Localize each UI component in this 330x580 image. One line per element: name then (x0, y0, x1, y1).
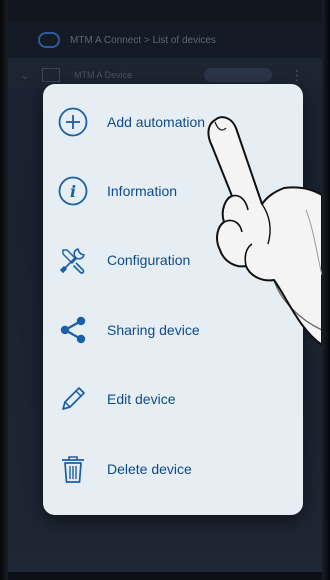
device-icon (42, 68, 61, 82)
info-icon: i (57, 175, 89, 207)
device-status-pill (204, 68, 272, 82)
pencil-icon (57, 383, 89, 415)
menu-item-configuration[interactable]: Configuration (43, 232, 303, 288)
trash-icon (57, 453, 89, 485)
chevron-down-icon: ⌄ (20, 68, 31, 82)
app-header: MTM A Connect > List of devices (8, 22, 322, 58)
device-frame-right (322, 0, 330, 580)
app-logo-icon (38, 32, 60, 48)
tools-icon (57, 244, 89, 276)
menu-item-label: Add automation (107, 114, 206, 130)
status-bar (8, 0, 322, 22)
device-name: MTM A Device (74, 70, 133, 80)
menu-item-information[interactable]: i Information (43, 163, 303, 219)
device-frame-left (0, 0, 8, 580)
svg-text:i: i (70, 182, 76, 201)
plus-circle-icon (57, 106, 89, 138)
bottom-bar (8, 572, 322, 580)
menu-item-add-automation[interactable]: Add automation (43, 94, 303, 150)
menu-item-label: Information (107, 183, 178, 199)
context-menu: Add automation i Information Configurati… (43, 84, 303, 515)
menu-item-label: Sharing device (107, 322, 200, 338)
phone-screen: MTM A Connect > List of devices ⌄ MTM A … (0, 0, 330, 580)
share-icon (57, 314, 89, 346)
more-options-icon: ⋮ (290, 66, 304, 83)
menu-item-label: Configuration (107, 252, 191, 268)
menu-item-delete-device[interactable]: Delete device (43, 441, 303, 497)
breadcrumb: MTM A Connect > List of devices (70, 34, 216, 46)
menu-item-label: Delete device (107, 461, 192, 477)
menu-item-label: Edit device (107, 391, 176, 407)
menu-item-edit-device[interactable]: Edit device (43, 371, 303, 427)
menu-item-sharing-device[interactable]: Sharing device (43, 302, 303, 358)
